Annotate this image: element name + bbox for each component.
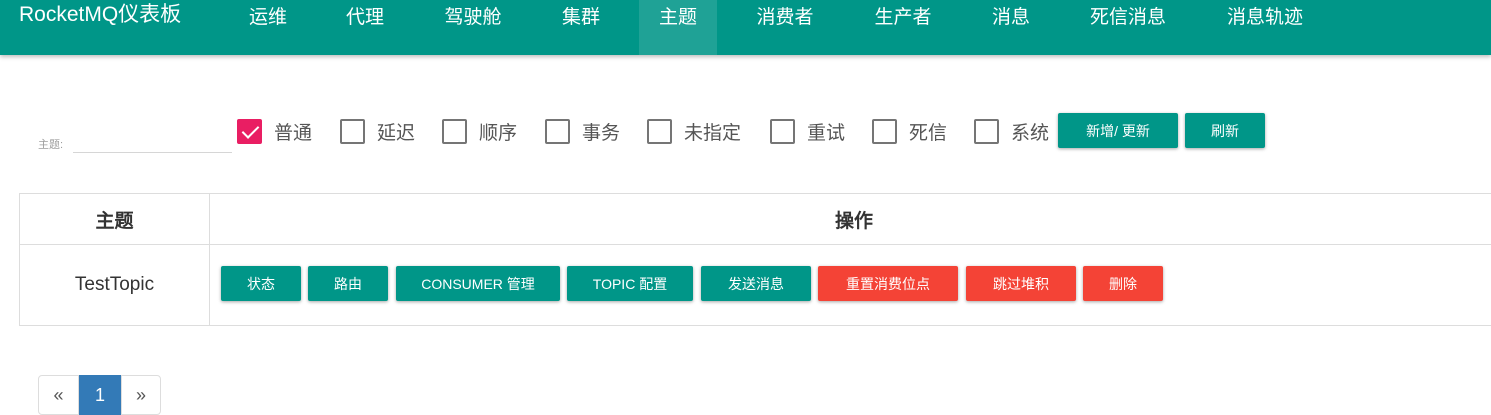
nav-item-cluster[interactable]: 集群 <box>545 0 617 55</box>
table-header-row: 主题 操作 <box>20 194 1491 245</box>
checkbox-system[interactable]: 系统 <box>974 118 1049 144</box>
checkbox-label: 顺序 <box>479 118 517 145</box>
checkbox-label: 事务 <box>582 118 620 145</box>
consumer-manage-button[interactable]: CONSUMER 管理 <box>396 266 560 301</box>
topic-name-cell: TestTopic <box>20 245 210 326</box>
nav-item-dlq-message[interactable]: 死信消息 <box>1074 0 1182 55</box>
status-button[interactable]: 状态 <box>221 266 301 301</box>
topic-filter-label: 主题: <box>38 136 63 152</box>
checkbox-label: 系统 <box>1011 118 1049 145</box>
reset-consumer-offset-button[interactable]: 重置消费位点 <box>818 266 958 301</box>
checkbox-delay[interactable]: 延迟 <box>340 118 415 144</box>
top-navbar: RocketMQ仪表板 运维 代理 驾驶舱 集群 主题 消费者 生产者 消息 死… <box>0 0 1491 55</box>
nav-item-proxy[interactable]: 代理 <box>329 0 401 55</box>
pagination-next-button[interactable]: » <box>121 375 161 415</box>
topic-config-button[interactable]: TOPIC 配置 <box>567 266 693 301</box>
delete-button[interactable]: 删除 <box>1083 266 1163 301</box>
checkbox-fifo[interactable]: 顺序 <box>442 118 517 144</box>
checkbox-empty-icon <box>872 119 897 144</box>
checkbox-empty-icon <box>974 119 999 144</box>
brand-title[interactable]: RocketMQ仪表板 <box>19 2 181 28</box>
nav-item-producer[interactable]: 生产者 <box>858 0 948 55</box>
checkbox-empty-icon <box>770 119 795 144</box>
nav-item-message-trace[interactable]: 消息轨迹 <box>1211 0 1319 55</box>
checkbox-empty-icon <box>442 119 467 144</box>
nav-item-dashboard[interactable]: 驾驶舱 <box>428 0 518 55</box>
skip-accumulate-button[interactable]: 跳过堆积 <box>966 266 1076 301</box>
column-header-topic: 主题 <box>20 194 210 245</box>
nav-item-message[interactable]: 消息 <box>975 0 1047 55</box>
add-update-button[interactable]: 新增/ 更新 <box>1058 113 1178 148</box>
checkbox-unspecified[interactable]: 未指定 <box>647 118 741 144</box>
checkbox-empty-icon <box>340 119 365 144</box>
pagination-prev-button[interactable]: « <box>38 375 79 415</box>
checkbox-retry[interactable]: 重试 <box>770 118 845 144</box>
send-message-button[interactable]: 发送消息 <box>701 266 811 301</box>
column-header-operations: 操作 <box>210 194 1491 245</box>
checkbox-empty-icon <box>545 119 570 144</box>
checkbox-checked-icon <box>237 119 262 144</box>
checkbox-empty-icon <box>647 119 672 144</box>
checkbox-label: 未指定 <box>684 118 741 145</box>
pagination-page-1[interactable]: 1 <box>79 375 121 415</box>
topic-table: 主题 操作 TestTopic <box>19 193 1491 326</box>
nav-item-topic[interactable]: 主题 <box>639 0 717 55</box>
checkbox-label: 死信 <box>909 118 947 145</box>
topic-filter-input[interactable] <box>73 128 232 153</box>
checkbox-normal[interactable]: 普通 <box>237 118 312 144</box>
checkbox-label: 普通 <box>274 118 312 145</box>
route-button[interactable]: 路由 <box>308 266 388 301</box>
checkbox-transaction[interactable]: 事务 <box>545 118 620 144</box>
checkbox-label: 延迟 <box>377 118 415 145</box>
checkbox-label: 重试 <box>807 118 845 145</box>
pagination: « 1 » <box>38 375 161 415</box>
checkbox-dlq[interactable]: 死信 <box>872 118 947 144</box>
nav-item-ops[interactable]: 运维 <box>233 0 303 55</box>
nav-item-consumer[interactable]: 消费者 <box>740 0 830 55</box>
refresh-button[interactable]: 刷新 <box>1185 113 1265 148</box>
